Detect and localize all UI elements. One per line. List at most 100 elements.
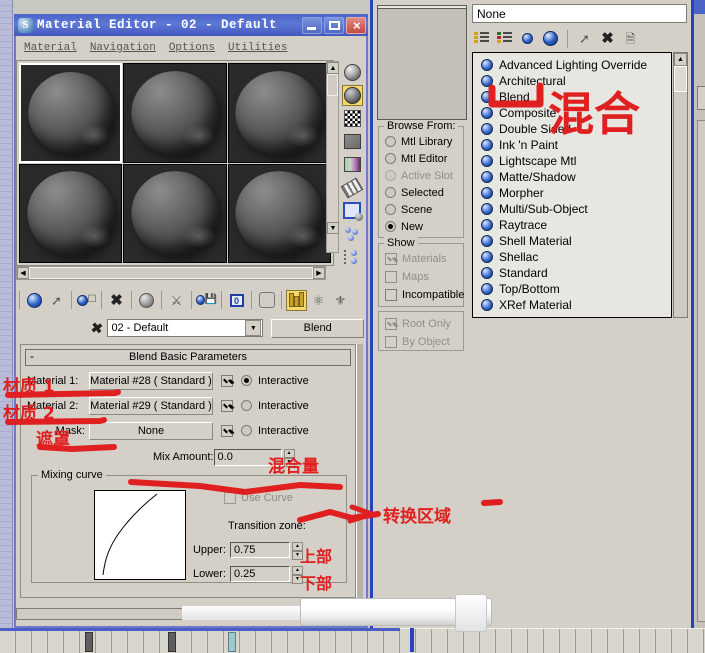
material-name-input[interactable]: 02 - Default ▼ xyxy=(107,319,263,337)
mask-checkbox[interactable] xyxy=(221,425,233,437)
select-by-material-icon[interactable] xyxy=(342,223,363,244)
go-to-parent-icon[interactable]: ⚛ xyxy=(308,290,329,311)
radio-icon[interactable] xyxy=(385,187,396,198)
use-curve-checkbox[interactable] xyxy=(224,492,236,504)
material-editor-titlebar[interactable]: S Material Editor - 02 - Default × xyxy=(14,14,368,36)
browse-from-mtl-editor[interactable]: Mtl Editor xyxy=(379,150,463,167)
make-material-copy-icon[interactable] xyxy=(136,290,157,311)
close-button[interactable]: × xyxy=(346,17,366,34)
material-slot[interactable] xyxy=(123,164,226,264)
list-item[interactable]: Raytrace xyxy=(473,217,671,233)
material-1-checkbox[interactable] xyxy=(221,375,233,387)
timeline-track-bar[interactable] xyxy=(0,628,705,653)
radio-icon[interactable] xyxy=(385,204,396,215)
menu-utilities[interactable]: Utilities xyxy=(228,42,287,54)
scroll-thumb[interactable] xyxy=(29,267,313,279)
material-slot[interactable] xyxy=(19,63,122,163)
update-scene-materials-icon[interactable]: ➚ xyxy=(575,29,594,48)
radio-icon[interactable] xyxy=(385,153,396,164)
list-item[interactable]: Morpher xyxy=(473,185,671,201)
material-id-channel-icon[interactable] xyxy=(342,246,363,267)
put-to-library-icon[interactable]: 💾 xyxy=(196,290,217,311)
timeline-key[interactable] xyxy=(168,632,176,652)
material-2-button[interactable]: Material #29 ( Standard ) xyxy=(89,397,213,415)
list-item[interactable]: Blend xyxy=(473,89,671,105)
delete-from-library-icon[interactable]: ✖ xyxy=(598,29,617,48)
put-material-to-scene-icon[interactable]: ➚ xyxy=(46,290,67,311)
material-name-row[interactable]: ✖ 02 - Default ▼ Blend xyxy=(16,318,364,338)
sample-uv-tiling-icon[interactable] xyxy=(342,131,363,152)
mask-row[interactable]: Mask: None Interactive xyxy=(27,420,349,441)
material-2-interactive-radio[interactable] xyxy=(241,400,252,411)
lower-input[interactable]: 0.25 xyxy=(230,566,290,582)
list-item[interactable]: Architectural xyxy=(473,73,671,89)
list-item[interactable]: Lightscape Mtl xyxy=(473,153,671,169)
browse-from-mtl-library[interactable]: Mtl Library xyxy=(379,133,463,150)
mix-amount-input[interactable]: 0.0 xyxy=(214,449,282,466)
menu-material[interactable]: Material xyxy=(24,42,77,54)
make-preview-icon[interactable] xyxy=(342,177,363,198)
material-slot[interactable] xyxy=(228,63,331,163)
timeline-key[interactable] xyxy=(85,632,93,652)
browse-from-new[interactable]: New xyxy=(379,218,463,235)
material-1-row[interactable]: Material 1: Material #28 ( Standard ) In… xyxy=(27,370,349,391)
upper-input[interactable]: 0.75 xyxy=(230,542,290,558)
options-icon[interactable] xyxy=(342,200,363,221)
menu-navigation[interactable]: Navigation xyxy=(90,42,156,54)
eyedropper-icon[interactable]: ✖ xyxy=(86,319,107,337)
material-1-interactive-radio[interactable] xyxy=(241,375,252,386)
list-item[interactable]: XRef Material xyxy=(473,297,671,313)
list-item[interactable]: Ink 'n Paint xyxy=(473,137,671,153)
rollout-collapse-icon[interactable]: - xyxy=(30,349,34,364)
material-sample-slots[interactable] xyxy=(16,60,334,266)
mix-amount-spinner[interactable]: ▲▼ xyxy=(284,449,295,466)
minimize-button[interactable] xyxy=(302,17,322,34)
slots-horizontal-scrollbar[interactable]: ◀ ▶ xyxy=(16,266,326,280)
scroll-thumb[interactable] xyxy=(674,66,687,92)
list-item[interactable]: Standard xyxy=(473,265,671,281)
view-large-icons-icon[interactable] xyxy=(541,29,560,48)
make-unique-icon[interactable]: ⚔ xyxy=(166,290,187,311)
list-item[interactable]: Multi/Sub-Object xyxy=(473,201,671,217)
right-panel-scroll-strip[interactable] xyxy=(697,120,705,622)
list-item[interactable]: Matte/Shadow xyxy=(473,169,671,185)
material-type-list[interactable]: Advanced Lighting Override Architectural… xyxy=(472,52,672,318)
sample-type-sphere-icon[interactable] xyxy=(342,62,363,83)
list-vertical-scrollbar[interactable]: ▲ xyxy=(673,52,688,318)
slots-vertical-scrollbar[interactable]: ▲ ▼ xyxy=(326,61,339,253)
maximize-button[interactable] xyxy=(324,17,344,34)
reset-map-mtl-to-default-icon[interactable]: ✖ xyxy=(106,290,127,311)
scroll-up-icon[interactable]: ▲ xyxy=(327,62,339,74)
background-checker-icon[interactable] xyxy=(342,108,363,129)
mask-button[interactable]: None xyxy=(89,422,213,440)
browse-from-scene[interactable]: Scene xyxy=(379,201,463,218)
lower-row[interactable]: Lower: 0.25 ▲▼ xyxy=(184,566,303,582)
browser-preview-pane[interactable] xyxy=(377,8,467,120)
checkbox-icon[interactable] xyxy=(385,289,397,301)
browser-toolbar[interactable]: ➚ ✖ 🗎 xyxy=(472,28,687,49)
menu-options[interactable]: Options xyxy=(169,42,215,54)
right-panel-button[interactable] xyxy=(697,86,705,110)
assign-material-to-selection-icon[interactable]: ☐ xyxy=(76,290,97,311)
show-end-result-icon[interactable] xyxy=(286,290,307,311)
browser-name-field[interactable]: None xyxy=(472,4,687,23)
scroll-down-icon[interactable]: ▼ xyxy=(327,222,339,234)
material-slot[interactable] xyxy=(19,164,122,264)
material-type-button[interactable]: Blend xyxy=(271,319,364,338)
show-incompatible[interactable]: Incompatible xyxy=(379,286,463,304)
lower-spinner[interactable]: ▲▼ xyxy=(292,566,303,582)
show-map-in-viewport-icon[interactable] xyxy=(256,290,277,311)
browse-from-selected[interactable]: Selected xyxy=(379,184,463,201)
view-medium-icons-icon[interactable] xyxy=(518,29,537,48)
mix-amount-row[interactable]: Mix Amount: 0.0 ▲▼ xyxy=(27,447,349,467)
list-item[interactable]: Shell Material xyxy=(473,233,671,249)
material-editor-horizontal-toolbar[interactable]: ➚ ☐ ✖ ⚔ 💾 0 ⚛ ⚜ xyxy=(16,288,364,312)
material-effects-channel-icon[interactable]: 0 xyxy=(226,290,247,311)
chevron-down-icon[interactable]: ▼ xyxy=(245,320,261,336)
material-slot[interactable] xyxy=(123,63,226,163)
rollout-header[interactable]: - Blend Basic Parameters xyxy=(25,349,351,366)
get-material-icon[interactable] xyxy=(24,290,45,311)
material-2-row[interactable]: Material 2: Material #29 ( Standard ) In… xyxy=(27,395,349,416)
view-small-icons-icon[interactable] xyxy=(495,29,514,48)
material-slot[interactable] xyxy=(228,164,331,264)
